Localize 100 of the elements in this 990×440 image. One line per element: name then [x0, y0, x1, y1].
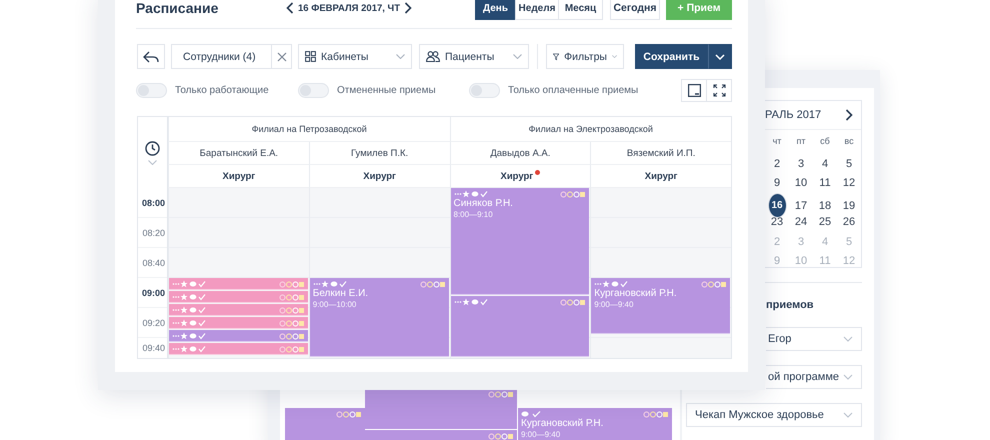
doctor-role: Хирург	[500, 170, 534, 182]
funnel-icon	[553, 50, 560, 62]
indicator-dots-icon	[560, 190, 586, 198]
appointment-block[interactable]	[169, 304, 308, 316]
indicator-dots-icon	[488, 432, 514, 440]
section-title: приемов	[766, 299, 815, 311]
status-marks-icon	[172, 280, 206, 288]
appointment-time: 9:00—10:00	[312, 300, 358, 310]
toggle-switch[interactable]	[298, 83, 329, 98]
toggle-label: Только оплаченные приемы	[508, 85, 638, 96]
save-button[interactable]: Сохранить	[635, 44, 708, 69]
view-tab[interactable]: День	[475, 0, 516, 20]
caret-icon	[843, 336, 853, 342]
appointment-block[interactable]	[169, 330, 308, 342]
calendar-day[interactable]: 5	[840, 154, 858, 174]
save-options-button[interactable]	[708, 44, 732, 69]
appointment-block[interactable]	[169, 291, 308, 303]
time-label: 08:20	[142, 228, 165, 238]
appointment-block[interactable]	[169, 278, 308, 290]
toggle-switch[interactable]	[469, 83, 500, 98]
appointment-block[interactable]	[169, 343, 308, 355]
status-marks-icon	[454, 298, 488, 306]
clear-button[interactable]	[271, 44, 292, 69]
status-marks-icon	[521, 410, 543, 418]
current-date: 16 ФЕВРАЛЯ 2017, ЧТ	[298, 2, 400, 14]
calendar-day[interactable]: 18	[816, 196, 834, 215]
calendar-day[interactable]: 26	[840, 212, 858, 232]
back-button[interactable]	[137, 44, 165, 69]
calendar-day[interactable]: 24	[792, 212, 810, 232]
indicator-dots-icon	[278, 306, 305, 314]
page-title: Расписание	[136, 0, 220, 16]
toggle-switch[interactable]	[136, 83, 167, 98]
appointment-block[interactable]	[365, 388, 517, 429]
doctor-name: Вяземский И.П.	[590, 142, 731, 165]
view-tab[interactable]: Месяц	[558, 0, 603, 20]
appointment-time: 9:00—9:40	[521, 430, 562, 440]
indicator-dots-icon	[336, 410, 362, 418]
patient-name: Кургановский Р.Н.	[521, 418, 604, 430]
doctor-role: Хирург	[363, 170, 396, 182]
caret-icon	[612, 54, 617, 59]
grid-icon	[305, 51, 316, 62]
toggle-label: Только работающие	[175, 85, 269, 96]
doctor-role: Хирург	[222, 170, 256, 182]
calendar-day[interactable]: 16	[768, 193, 786, 218]
toggle-label: Отмененные приемы	[337, 85, 436, 96]
doctor-name: Давыдов А.А.	[450, 142, 590, 165]
expand-icon	[712, 84, 726, 97]
clock-icon	[145, 140, 160, 156]
calendar-day[interactable]: 10	[792, 174, 810, 193]
select-field[interactable]: ой программе	[766, 365, 862, 389]
status-marks-icon	[172, 345, 206, 353]
chevron-right-icon[interactable]	[404, 2, 412, 14]
people-icon	[426, 51, 440, 62]
panel-toggle-button[interactable]	[681, 79, 707, 102]
reply-arrow-icon	[143, 50, 159, 62]
filter-select[interactable]: Кабинеты	[298, 44, 412, 69]
calendar-day[interactable]: 3	[792, 154, 810, 174]
select-field[interactable]: Чекап Мужское здоровье	[686, 403, 862, 427]
chevron-right-icon[interactable]	[845, 109, 853, 121]
view-tab[interactable]: Неделя	[515, 0, 559, 20]
calendar-day[interactable]: 11	[816, 174, 834, 193]
select-field[interactable]: Егор	[766, 327, 862, 351]
filters-button[interactable]: Фильтры	[546, 44, 624, 69]
indicator-dots-icon	[278, 320, 305, 326]
fullscreen-button[interactable]	[706, 79, 732, 102]
calendar-day[interactable]: 17	[792, 196, 810, 215]
patient-name: Белкин Е.И.	[312, 288, 370, 300]
calendar-day[interactable]: 9	[768, 174, 786, 193]
doctor-name: Баратынский Е.А.	[168, 142, 309, 165]
indicator-dots-icon	[278, 332, 305, 340]
status-marks-icon	[172, 332, 206, 340]
today-button[interactable]: Сегодня	[610, 0, 660, 20]
status-marks-icon	[454, 190, 488, 198]
calendar-month: РАЛЬ 2017	[765, 109, 822, 121]
close-icon	[276, 52, 286, 62]
panel-icon	[688, 84, 700, 97]
indicator-dots-icon	[701, 280, 727, 288]
appointment-time: 9:00—9:40	[594, 300, 634, 310]
time-label: 08:00	[142, 198, 165, 208]
calendar-day[interactable]: 2	[768, 154, 786, 174]
status-marks-icon	[172, 293, 206, 301]
weekday-label: вс	[844, 136, 854, 146]
caret-icon	[843, 412, 853, 418]
appointment-time: 8:00—9:10	[454, 210, 494, 220]
calendar-day[interactable]: 19	[840, 196, 858, 215]
doctor-name: Гумилев П.К.	[308, 142, 450, 165]
chevron-left-icon[interactable]	[286, 2, 294, 14]
calendar-day[interactable]: 25	[816, 212, 834, 232]
status-marks-icon	[594, 280, 628, 288]
caret-icon[interactable]	[148, 160, 157, 164]
filter-select[interactable]: Пациенты	[419, 44, 529, 69]
calendar-day[interactable]: 4	[816, 154, 834, 174]
calendar-day[interactable]: 12	[840, 174, 858, 193]
indicator-dots-icon	[278, 346, 305, 352]
caret-icon	[513, 54, 522, 59]
appointment-block[interactable]	[169, 317, 308, 329]
indicator-dots-icon	[643, 410, 669, 418]
status-marks-icon	[172, 306, 206, 314]
appointment-block[interactable]	[450, 296, 590, 357]
weekday-label: пт	[796, 136, 806, 146]
